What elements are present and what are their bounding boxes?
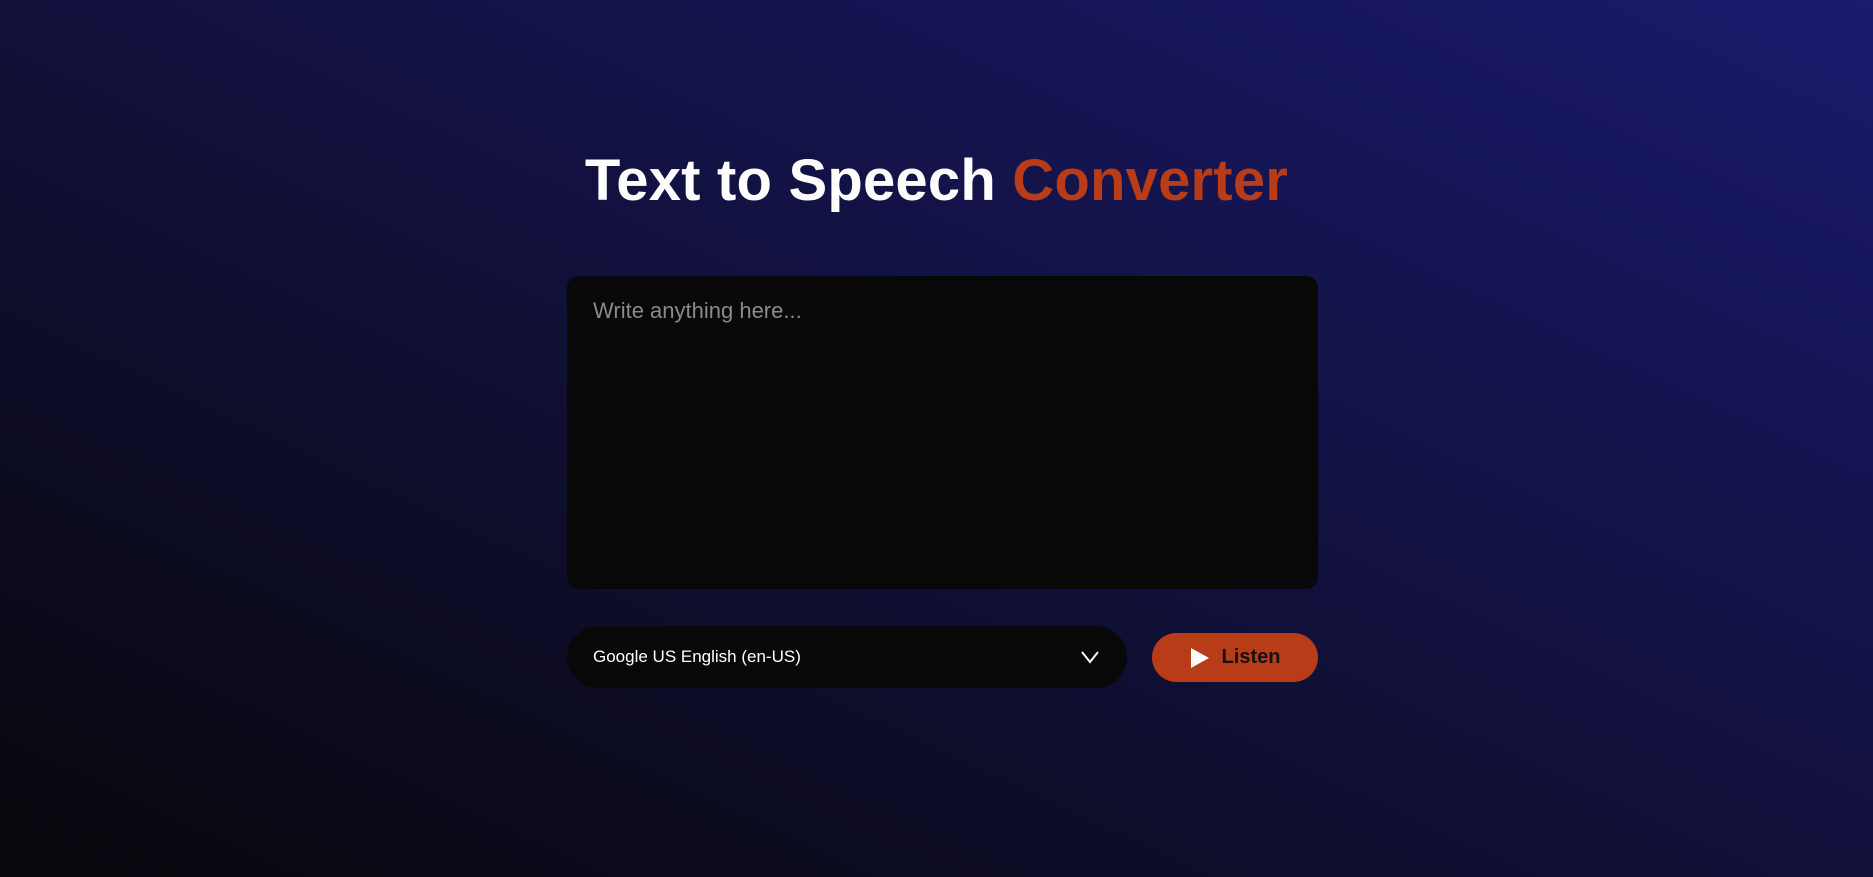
page-title-main: Text to Speech bbox=[584, 148, 1013, 213]
listen-button[interactable]: Listen bbox=[1152, 633, 1318, 682]
chevron-down-icon bbox=[1079, 646, 1101, 668]
voice-select-value: Google US English (en-US) bbox=[593, 647, 801, 666]
page-title-accent: Converter bbox=[1012, 148, 1289, 213]
voice-select[interactable]: Google US English (en-US) bbox=[567, 626, 1127, 688]
text-input[interactable] bbox=[567, 276, 1318, 589]
play-icon bbox=[1190, 647, 1212, 669]
page-title: Text to Speech Converter bbox=[0, 146, 1873, 216]
listen-button-label: Listen bbox=[1221, 646, 1281, 668]
